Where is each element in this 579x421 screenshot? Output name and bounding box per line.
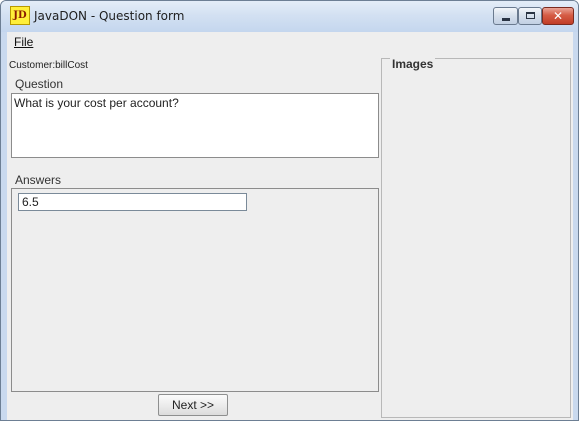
answers-panel: [11, 188, 379, 392]
maximize-button[interactable]: [518, 7, 542, 25]
close-icon: ✕: [552, 9, 564, 23]
client-area: File Customer:billCost Question What is …: [7, 32, 573, 420]
title-bar[interactable]: JD JavaDON - Question form ✕: [1, 1, 578, 32]
images-panel-title: Images: [390, 57, 436, 71]
next-button[interactable]: Next >>: [158, 394, 228, 416]
close-button[interactable]: ✕: [542, 7, 574, 25]
maximize-icon: [526, 12, 535, 19]
customer-label: Customer:billCost: [9, 60, 88, 71]
answer-input[interactable]: [18, 193, 247, 211]
window-title: JavaDON - Question form: [34, 9, 185, 23]
menu-bar: File: [7, 32, 573, 51]
app-window: JD JavaDON - Question form ✕ File Custom…: [0, 0, 579, 421]
minimize-button[interactable]: [493, 7, 518, 25]
menu-file[interactable]: File: [14, 35, 33, 49]
answers-label: Answers: [15, 173, 62, 187]
images-panel: [381, 58, 571, 418]
question-textarea[interactable]: What is your cost per account?: [11, 93, 379, 158]
minimize-icon: [502, 18, 510, 21]
question-label: Question: [15, 77, 64, 91]
app-logo-icon: JD: [10, 6, 30, 25]
